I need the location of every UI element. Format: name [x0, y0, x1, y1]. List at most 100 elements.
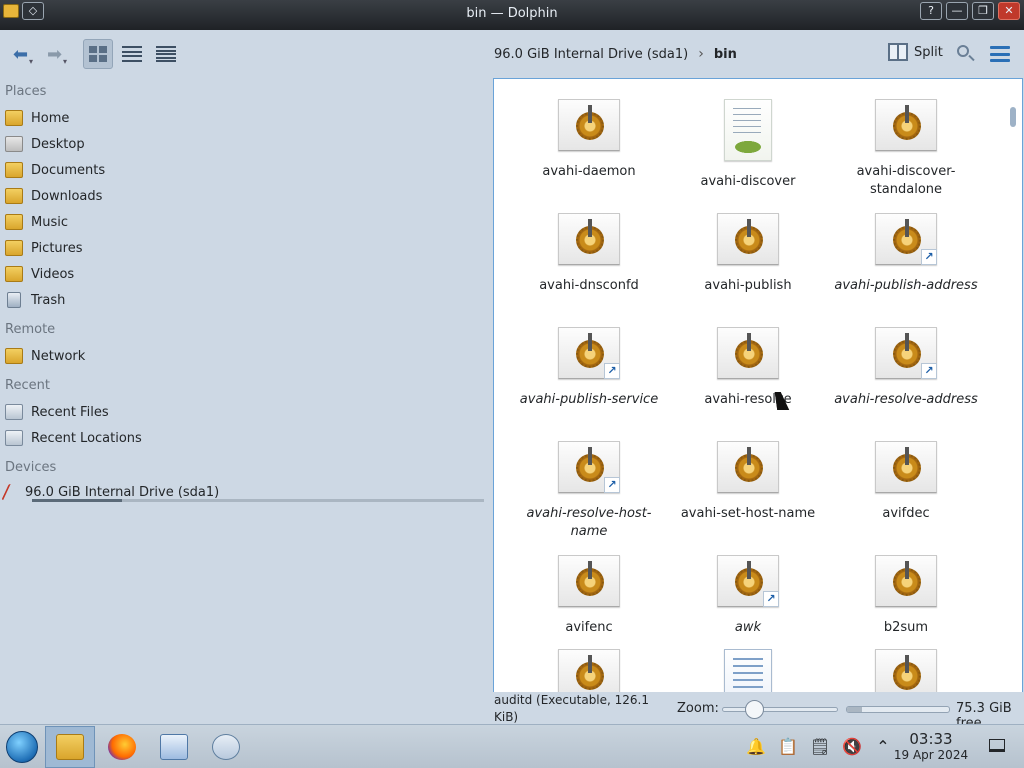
pictures-folder-icon — [5, 240, 23, 256]
executable-gear-icon — [558, 99, 620, 151]
recent-files-icon — [5, 404, 23, 420]
sidebar-item-documents[interactable]: Documents — [5, 159, 105, 181]
sidebar-item-recent-locations[interactable]: Recent Locations — [5, 427, 142, 449]
task-file-manager[interactable] — [45, 726, 95, 768]
text-document-icon — [724, 649, 772, 692]
file-item[interactable]: avifenc — [514, 555, 664, 637]
section-header-places: Places — [5, 84, 47, 99]
zoom-slider-handle[interactable] — [745, 700, 764, 719]
executable-gear-icon: ↗ — [875, 327, 937, 379]
clock[interactable]: 03:33 19 Apr 2024 — [891, 731, 971, 763]
task-firefox[interactable] — [97, 726, 147, 768]
sidebar-item-label: Pictures — [31, 240, 83, 256]
minimize-button[interactable]: — — [946, 2, 968, 20]
status-bar: auditd (Executable, 126.1 KiB) Zoom: 75.… — [0, 692, 1024, 731]
compact-view-button[interactable] — [117, 39, 147, 69]
clock-date: 19 Apr 2024 — [893, 748, 969, 762]
file-item[interactable]: avahi-discover — [673, 99, 823, 191]
symlink-arrow-icon: ↗ — [921, 363, 937, 379]
executable-gear-icon — [875, 99, 937, 151]
file-item[interactable]: avahi-daemon — [514, 99, 664, 181]
symlink-arrow-icon: ↗ — [604, 477, 620, 493]
file-item[interactable] — [673, 649, 823, 692]
task-search[interactable] — [201, 726, 251, 768]
task-system-monitor[interactable] — [149, 726, 199, 768]
file-name: avahi-resolve-host-name — [526, 506, 652, 539]
chevron-down-icon[interactable]: ▾ — [29, 57, 33, 66]
downloads-folder-icon — [5, 188, 23, 204]
start-menu-button[interactable] — [6, 731, 38, 763]
file-item[interactable] — [514, 649, 664, 692]
executable-gear-icon: ↗ — [717, 555, 779, 607]
section-header-remote: Remote — [5, 322, 56, 337]
file-item[interactable]: ↗ avahi-publish-address — [831, 213, 981, 295]
file-item[interactable]: avahi-dnsconfd — [514, 213, 664, 295]
breadcrumb-item-drive[interactable]: 96.0 GiB Internal Drive (sda1) — [494, 47, 688, 62]
details-view-button[interactable] — [151, 39, 181, 69]
forward-button[interactable]: ➡ ▾ — [42, 39, 72, 69]
file-item[interactable]: ↗ avahi-publish-service — [514, 327, 664, 409]
sidebar-item-label: Documents — [31, 162, 106, 178]
close-button[interactable]: ✕ — [998, 2, 1020, 20]
file-item[interactable] — [831, 649, 981, 692]
sidebar-item-label: Home — [31, 110, 70, 126]
file-name: b2sum — [883, 620, 929, 635]
toolbar: ⬅ ▾ ➡ ▾ 96.0 GiB Internal Drive (sda1) › b… — [0, 30, 1024, 78]
sidebar-item-desktop[interactable]: Desktop — [5, 133, 85, 155]
sidebar-item-label: Desktop — [31, 136, 85, 152]
file-name: avahi-discover-standalone — [856, 164, 956, 197]
battery-icon[interactable]: 🗒 — [810, 737, 830, 756]
help-button[interactable]: ? — [920, 2, 942, 20]
sidebar-item-recent-files[interactable]: Recent Files — [5, 401, 109, 423]
chevron-down-icon[interactable]: ▾ — [63, 57, 67, 66]
file-item[interactable]: avahi-publish — [673, 213, 823, 295]
search-button[interactable] — [955, 43, 977, 65]
hamburger-menu-button[interactable] — [990, 46, 1010, 62]
executable-gear-icon — [717, 213, 779, 265]
icons-view-button[interactable] — [83, 39, 113, 69]
file-item[interactable]: avahi-discover-standalone — [831, 99, 981, 199]
volume-muted-icon[interactable]: 🔇 — [842, 737, 862, 756]
breadcrumb-separator-icon[interactable]: › — [698, 46, 704, 62]
selection-info: auditd (Executable, 126.1 KiB) — [494, 693, 650, 724]
back-button[interactable]: ⬅ ▾ — [8, 39, 38, 69]
clipboard-icon[interactable]: 📋 — [778, 737, 798, 756]
file-icon-view[interactable]: avahi-daemon avahi-discover avahi-discover… — [493, 78, 1023, 693]
sidebar-item-network[interactable]: Network — [5, 345, 85, 367]
symlink-arrow-icon: ↗ — [763, 591, 779, 607]
taskbar: 🔔 📋 🗒 🔇 ⌃ 03:33 19 Apr 2024 — [0, 724, 1024, 768]
notifications-icon[interactable]: 🔔 — [746, 737, 766, 756]
split-button[interactable]: Split — [888, 43, 943, 61]
file-item[interactable]: avahi-set-host-name — [673, 441, 823, 523]
zoom-slider[interactable] — [722, 707, 838, 712]
sidebar-item-videos[interactable]: Videos — [5, 263, 74, 285]
breadcrumb-item-current[interactable]: bin — [714, 47, 737, 62]
executable-gear-icon — [875, 649, 937, 692]
sidebar-item-music[interactable]: Music — [5, 211, 68, 233]
icons-view-icon — [89, 46, 107, 62]
vertical-scrollbar[interactable] — [1010, 107, 1016, 127]
file-item[interactable]: ↗ avahi-resolve-host-name — [514, 441, 664, 541]
file-item[interactable]: ↗ avahi-resolve-address — [831, 327, 981, 409]
back-arrow-icon: ⬅ — [12, 43, 29, 65]
executable-gear-icon — [875, 555, 937, 607]
chevron-up-icon[interactable]: ⌃ — [874, 737, 892, 756]
file-item[interactable]: avifdec — [831, 441, 981, 523]
window-titlebar[interactable]: ◇ bin — Dolphin ? — ❐ ✕ — [0, 0, 1024, 30]
sidebar-item-downloads[interactable]: Downloads — [5, 185, 102, 207]
sidebar-item-pictures[interactable]: Pictures — [5, 237, 82, 259]
sidebar-item-trash[interactable]: Trash — [5, 289, 65, 311]
file-item[interactable]: avahi-resolve — [673, 327, 823, 409]
show-desktop-button[interactable] — [989, 739, 1005, 752]
drive-icon — [1, 484, 21, 500]
window-title: bin — Dolphin — [466, 6, 558, 21]
sidebar-item-home[interactable]: Home — [5, 107, 69, 129]
split-view-icon — [888, 43, 908, 61]
maximize-button[interactable]: ❐ — [972, 2, 994, 20]
details-view-icon — [156, 46, 176, 62]
monitor-icon — [160, 734, 188, 760]
file-item[interactable]: ↗ awk — [673, 555, 823, 637]
sidebar-item-label: 96.0 GiB Internal Drive (sda1) — [25, 484, 220, 500]
file-name: avahi-publish — [704, 278, 792, 293]
file-item[interactable]: b2sum — [831, 555, 981, 637]
